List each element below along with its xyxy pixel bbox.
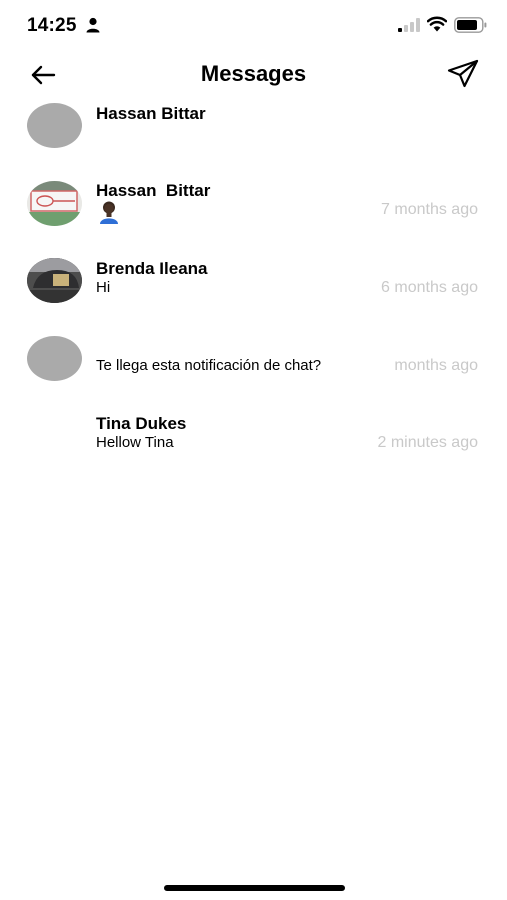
conversation-preview: Te llega esta notificación de chat? xyxy=(96,357,322,374)
conversation-time: 6 months ago xyxy=(381,279,478,296)
conversation-name: Brenda Ileana xyxy=(96,259,208,278)
paper-plane-icon xyxy=(447,59,479,88)
home-indicator[interactable] xyxy=(164,885,345,891)
conversation-row[interactable]: Hassan Bittar xyxy=(0,98,507,164)
header: Messages xyxy=(0,52,507,98)
conversation-preview: Hi xyxy=(96,279,111,296)
battery-icon xyxy=(454,17,487,33)
conversation-row[interactable]: Hassan Bittar 7 months ago xyxy=(0,175,507,241)
avatar xyxy=(27,258,82,303)
page-title: Messages xyxy=(200,61,307,86)
avatar-photo-image xyxy=(27,181,82,226)
conversation-time: 2 minutes ago xyxy=(377,434,478,451)
avatar xyxy=(27,336,82,381)
conversation-row[interactable]: months ago Te llega esta notificación de… xyxy=(0,331,507,397)
avatar-photo-image xyxy=(27,258,82,303)
conversation-time: months ago xyxy=(394,357,478,374)
status-bar: 14:25 xyxy=(0,0,507,52)
avatar xyxy=(27,103,82,148)
conversation-preview: Hellow Tina xyxy=(96,434,174,451)
conversation-name: Hassan Bittar xyxy=(96,104,206,123)
conversation-row[interactable]: Tina Dukes Hellow Tina 2 minutes ago xyxy=(0,408,507,474)
new-message-button[interactable] xyxy=(446,59,480,89)
wifi-icon xyxy=(427,16,447,32)
conversation-name: Tina Dukes xyxy=(96,414,187,433)
person-icon xyxy=(86,17,100,33)
status-time: 14:25 xyxy=(27,15,77,36)
conversation-name: Hassan Bittar xyxy=(96,181,211,200)
conversation-time: 7 months ago xyxy=(381,201,478,218)
cellular-signal-icon xyxy=(398,18,420,32)
person-emoji-icon xyxy=(100,201,118,224)
conversation-row[interactable]: Brenda Ileana Hi 6 months ago xyxy=(0,253,507,319)
avatar xyxy=(27,181,82,226)
